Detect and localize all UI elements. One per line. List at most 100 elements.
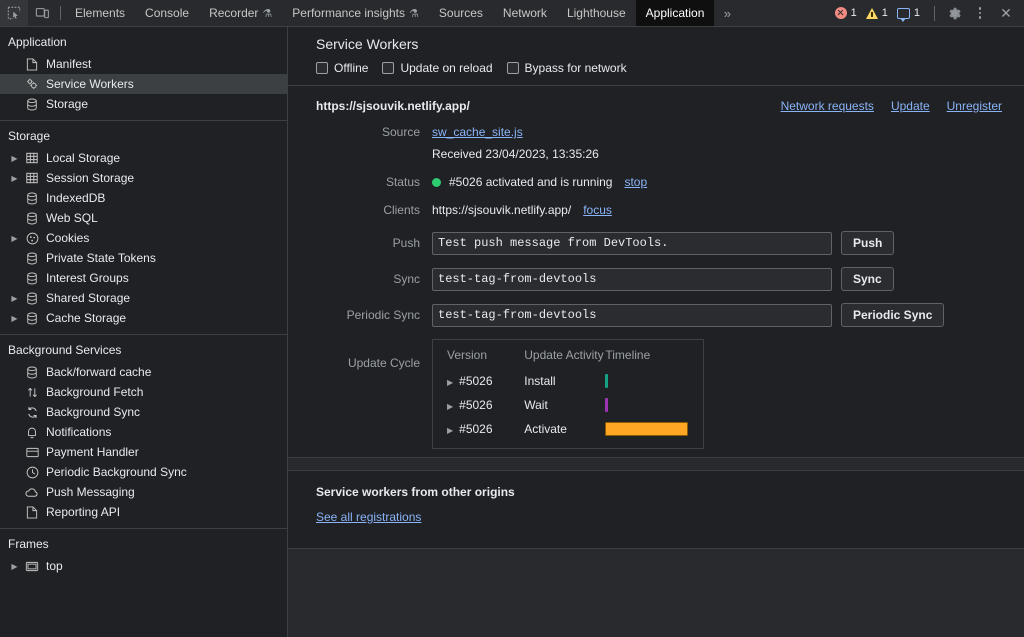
- sidebar-item-indexeddb[interactable]: IndexedDB: [0, 188, 287, 208]
- warning-badge[interactable]: 1: [865, 7, 888, 19]
- sidebar-item-private-state-tokens[interactable]: Private State Tokens: [0, 248, 287, 268]
- sidebar-item-label: Cache Storage: [46, 311, 127, 325]
- error-badge[interactable]: 1: [834, 7, 857, 19]
- timeline-bar-activate: [605, 422, 689, 436]
- sidebar-item-notifications[interactable]: Notifications: [0, 422, 287, 442]
- sidebar-item-storage[interactable]: Storage: [0, 94, 287, 114]
- focus-link[interactable]: focus: [583, 203, 612, 217]
- tab-performance-insights[interactable]: Performance insights ⚗: [282, 0, 429, 26]
- see-all-registrations-link[interactable]: See all registrations: [316, 510, 421, 524]
- expand-twisty-icon[interactable]: ▶: [447, 426, 453, 435]
- three-dots-menu-icon[interactable]: [968, 1, 992, 25]
- sidebar-item-local-storage[interactable]: ▶ Local Storage: [0, 148, 287, 168]
- sidebar-item-shared-storage[interactable]: ▶ Shared Storage: [0, 288, 287, 308]
- sidebar-item-cache-storage[interactable]: ▶ Cache Storage: [0, 308, 287, 328]
- expand-twisty-icon[interactable]: ▶: [447, 378, 453, 387]
- tab-label: Lighthouse: [566, 6, 626, 20]
- message-badge[interactable]: 1: [896, 7, 920, 22]
- database-icon: [21, 98, 43, 111]
- sidebar-group-storage: Storage ▶ Local Storage ▶ Session Storag…: [0, 121, 287, 335]
- sidebar-item-web-sql[interactable]: Web SQL: [0, 208, 287, 228]
- expand-twisty-icon[interactable]: ▶: [8, 174, 21, 183]
- table-row[interactable]: ▶ #5026 Activate: [433, 417, 703, 441]
- source-file-link[interactable]: sw_cache_site.js: [432, 125, 523, 139]
- device-toolbar-icon[interactable]: [28, 0, 56, 26]
- tab-recorder[interactable]: Recorder ⚗: [199, 0, 282, 26]
- push-button[interactable]: Push: [841, 231, 895, 255]
- cell-timeline: [605, 369, 703, 393]
- checkbox-box[interactable]: [316, 62, 328, 74]
- bell-icon: [21, 426, 43, 439]
- sidebar-item-background-sync[interactable]: Background Sync: [0, 402, 287, 422]
- sync-label: Sync: [393, 272, 420, 286]
- error-icon: [834, 7, 847, 19]
- expand-twisty-icon[interactable]: ▶: [447, 402, 453, 411]
- sidebar-item-label: IndexedDB: [46, 191, 106, 205]
- sync-button[interactable]: Sync: [841, 267, 894, 291]
- issue-badges[interactable]: 1 1 1: [828, 4, 927, 23]
- sidebar-item-service-workers[interactable]: Service Workers: [0, 74, 287, 94]
- push-input[interactable]: [432, 231, 832, 255]
- expand-twisty-icon[interactable]: ▶: [8, 234, 21, 243]
- offline-checkbox[interactable]: Offline: [316, 61, 368, 75]
- gear-icon[interactable]: [942, 1, 966, 25]
- checkbox-box[interactable]: [506, 62, 519, 74]
- warning-count: 1: [881, 7, 888, 19]
- tab-label: Recorder: [209, 6, 259, 20]
- periodic-sync-input[interactable]: [432, 303, 832, 327]
- sidebar-item-cookies[interactable]: ▶ Cookies: [0, 228, 287, 248]
- table-row[interactable]: ▶ #5026 Wait: [433, 393, 703, 417]
- received-value: Received 23/04/2023, 13:35:26: [432, 147, 599, 161]
- devtools-toolbar: Elements Console Recorder ⚗ Performance …: [0, 0, 1024, 27]
- tab-lighthouse[interactable]: Lighthouse: [557, 0, 636, 26]
- sidebar-item-interest-groups[interactable]: Interest Groups: [0, 268, 287, 288]
- tab-network[interactable]: Network: [493, 0, 557, 26]
- periodic-sync-button[interactable]: Periodic Sync: [841, 303, 945, 327]
- registration-header: https://sjsouvik.netlify.app/ Network re…: [288, 99, 1024, 113]
- sync-input[interactable]: [432, 267, 832, 291]
- inspect-element-icon[interactable]: [0, 0, 28, 26]
- expand-twisty-icon[interactable]: ▶: [8, 294, 21, 303]
- received-row: Received 23/04/2023, 13:35:26: [288, 147, 1024, 161]
- update-on-reload-checkbox[interactable]: Update on reload: [382, 61, 493, 75]
- more-tabs-icon[interactable]: »: [714, 0, 740, 26]
- expand-twisty-icon[interactable]: ▶: [8, 154, 21, 163]
- status-row: Status #5026 activated and is running st…: [288, 175, 1024, 189]
- checkbox-label: Update on reload: [400, 61, 493, 75]
- credit-card-icon: [21, 447, 43, 458]
- expand-twisty-icon[interactable]: ▶: [8, 314, 21, 323]
- stop-link[interactable]: stop: [624, 175, 647, 189]
- network-requests-link[interactable]: Network requests: [781, 99, 874, 113]
- cloud-icon: [21, 487, 43, 498]
- sidebar-item-back-forward-cache[interactable]: Back/forward cache: [0, 362, 287, 382]
- sidebar-item-reporting-api[interactable]: Reporting API: [0, 502, 287, 522]
- tab-console[interactable]: Console: [135, 0, 199, 26]
- sidebar-item-session-storage[interactable]: ▶ Session Storage: [0, 168, 287, 188]
- unregister-link[interactable]: Unregister: [947, 99, 1002, 113]
- sidebar-item-background-fetch[interactable]: Background Fetch: [0, 382, 287, 402]
- expand-twisty-icon[interactable]: ▶: [8, 562, 21, 571]
- tab-application[interactable]: Application: [635, 0, 715, 26]
- close-icon[interactable]: ✕: [994, 1, 1018, 25]
- client-url: https://sjsouvik.netlify.app/: [432, 203, 572, 217]
- tab-elements[interactable]: Elements: [65, 0, 135, 26]
- tab-label: Elements: [75, 6, 126, 20]
- database-icon: [21, 292, 43, 305]
- sidebar-item-manifest[interactable]: Manifest: [0, 54, 287, 74]
- sidebar-item-push-messaging[interactable]: Push Messaging: [0, 482, 287, 502]
- table-icon: [21, 152, 43, 164]
- table-row[interactable]: ▶ #5026 Install: [433, 369, 703, 393]
- sidebar-group-frames: Frames ▶ top: [0, 529, 287, 582]
- checkbox-box[interactable]: [382, 62, 395, 74]
- sidebar-item-label: Cookies: [46, 231, 90, 245]
- cell-version: ▶ #5026: [433, 393, 524, 417]
- sidebar-item-payment-handler[interactable]: Payment Handler: [0, 442, 287, 462]
- sidebar-item-top-frame[interactable]: ▶ top: [0, 556, 287, 576]
- column-header-timeline: Timeline: [605, 348, 651, 362]
- bypass-for-network-checkbox[interactable]: Bypass for network: [506, 61, 627, 75]
- update-link[interactable]: Update: [891, 99, 930, 113]
- sidebar-item-periodic-background-sync[interactable]: Periodic Background Sync: [0, 462, 287, 482]
- document-icon: [21, 505, 43, 519]
- tab-sources[interactable]: Sources: [429, 0, 493, 26]
- clients-value: https://sjsouvik.netlify.app/ focus: [432, 203, 612, 217]
